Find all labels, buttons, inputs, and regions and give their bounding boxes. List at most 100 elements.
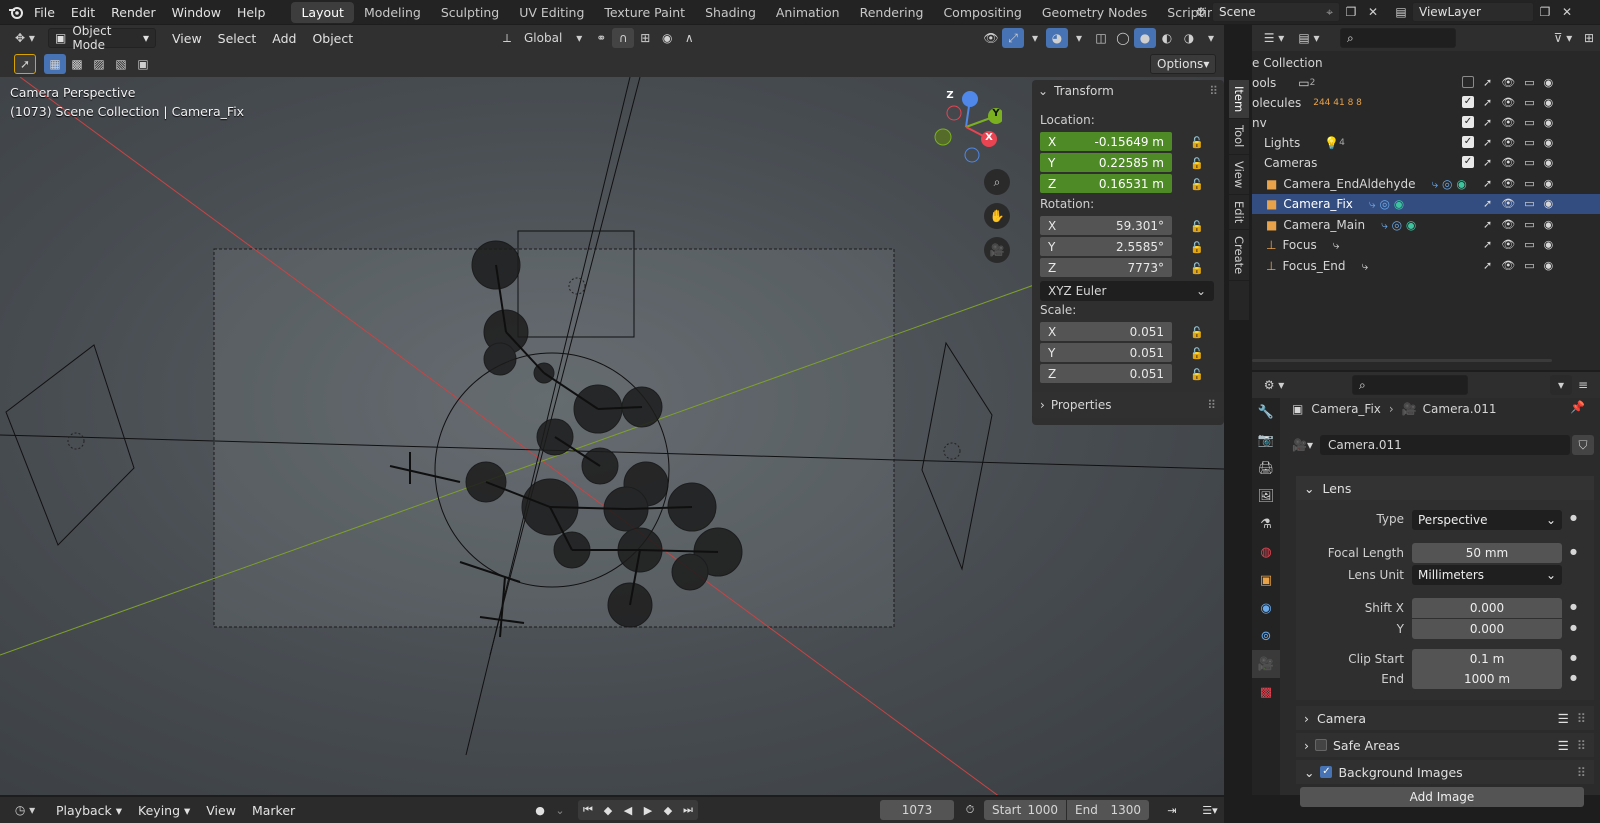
animate-dot-icon[interactable]: ● [1570,623,1577,632]
wireframe-shading-icon[interactable]: ◯ [1112,28,1134,48]
lock-icon[interactable]: 🔓 [1190,136,1206,150]
animate-dot-icon[interactable]: ● [1570,602,1577,611]
world-tab-icon[interactable]: ◍ [1252,538,1280,566]
delete-view-layer-icon[interactable]: ✕ [1556,2,1578,22]
scene-tab-icon[interactable]: ⚗ [1252,510,1280,538]
tab-item[interactable]: Item [1229,80,1249,120]
menu-view[interactable]: View [164,31,210,46]
restriction-toggles-molecules[interactable]: ✓ ➚ 👁 ▭ ◉ [1462,96,1553,109]
transform-header[interactable]: ⌄ Transform ⠿ [1038,84,1218,98]
tab-shading[interactable]: Shading [695,2,766,23]
drag-handle-icon[interactable]: ⠿ [1577,738,1586,753]
menu-help[interactable]: Help [229,5,274,20]
rotation-x-field[interactable]: X 59.301° [1040,216,1172,235]
lens-panel-header[interactable]: ⌄ Lens [1296,476,1594,500]
chevron-down-icon[interactable]: ▾ [1024,28,1046,48]
menu-playback[interactable]: Playback ▾ [48,803,130,818]
list-icon[interactable]: ☰ [1558,711,1569,726]
chevron-down-icon[interactable]: ▾ [1200,28,1222,48]
menu-marker[interactable]: Marker [244,803,303,818]
animate-dot-icon[interactable]: ● [1570,653,1577,662]
lock-icon[interactable]: 🔓 [1190,347,1206,361]
menu-window[interactable]: Window [164,5,229,20]
add-image-button[interactable]: Add Image [1300,787,1584,807]
rotation-mode-dropdown[interactable]: XYZ Euler ⌄ [1040,281,1214,301]
constraints-tab-icon[interactable]: ⊚ [1252,622,1280,650]
select-subtract-icon[interactable]: ▨ [88,54,110,74]
chevron-down-icon[interactable]: ⌄ [550,800,570,820]
falloff-icon[interactable]: ∧ [678,28,700,48]
menu-select[interactable]: Select [210,31,265,46]
safe-areas-checkbox[interactable] [1315,739,1327,751]
xray-icon[interactable]: ◫ [1090,28,1112,48]
tab-view[interactable]: View [1229,155,1249,195]
view-layer-selector[interactable]: ViewLayer [1412,2,1534,22]
zoom-icon[interactable]: ⌕ [984,169,1010,195]
drag-handle-icon[interactable]: ⠿ [1577,765,1586,780]
menu-add[interactable]: Add [264,31,304,46]
properties-search-input[interactable]: ⌕ [1352,375,1468,395]
timeline-menu-icon[interactable]: ☰▾ [1198,800,1222,820]
outliner-search-input[interactable]: ⌕ [1340,28,1456,48]
lock-icon[interactable]: 🔓 [1190,220,1206,234]
material-shading-icon[interactable]: ◐ [1156,28,1178,48]
select-extend-icon[interactable]: ▩ [66,54,88,74]
scale-y-field[interactable]: Y 0.051 [1040,343,1172,362]
select-intersect-icon[interactable]: ▣ [132,54,154,74]
pin-icon[interactable]: 📌 [1570,400,1585,414]
location-y-field[interactable]: Y 0.22585 m [1040,153,1172,172]
record-icon[interactable]: ● [530,800,550,820]
lock-icon[interactable]: 🔓 [1190,157,1206,171]
rendered-shading-icon[interactable]: ◑ [1178,28,1200,48]
proportional-edit-icon[interactable]: ◉ [656,28,678,48]
delete-scene-icon[interactable]: ✕ [1362,2,1384,22]
restriction-toggles-camera-main[interactable]: ➚ 👁 ▭ ◉ [1483,218,1553,231]
new-collection-icon[interactable]: ⊞ [1578,28,1600,48]
menu-edit[interactable]: Edit [63,5,103,20]
location-z-field[interactable]: Z 0.16531 m [1040,174,1172,193]
pin-icon[interactable]: ⌖ [1326,5,1333,20]
shift-x-field[interactable]: 0.000 [1412,598,1562,618]
tab-compositing[interactable]: Compositing [933,2,1031,23]
lens-unit-dropdown[interactable]: Millimeters ⌄ [1412,565,1562,585]
render-tab-icon[interactable]: 📷 [1252,426,1280,454]
filter-icon[interactable]: ⊽ ▾ [1548,28,1578,48]
play-reverse-icon[interactable]: ◀ [618,800,638,820]
menu-icon[interactable]: ≡ [1572,375,1594,395]
drag-handle-icon[interactable]: ⠿ [1209,84,1218,98]
options-button[interactable]: Options ▾ [1150,54,1216,74]
output-tab-icon[interactable]: 🖨 [1252,454,1280,482]
navigation-gizmo[interactable] [930,87,1002,167]
restriction-toggles-camera-fix[interactable]: ➚ 👁 ▭ ◉ [1483,197,1553,210]
animate-dot-icon[interactable]: ● [1570,673,1577,682]
properties-header[interactable]: › Properties ⠿ [1032,392,1224,418]
background-images-checkbox[interactable]: ✓ [1320,766,1333,778]
gizmo-toggle-icon[interactable]: ⤢ [1002,28,1024,48]
orientation-icon[interactable]: ⟂ [496,28,518,48]
frame-range-icon[interactable]: ⇥ [1162,800,1182,820]
physics-tab-icon[interactable]: ◉ [1252,594,1280,622]
tab-layout[interactable]: Layout [291,1,354,23]
tab-uv-editing[interactable]: UV Editing [509,2,594,23]
stopwatch-icon[interactable]: ⏱ [960,800,980,820]
tab-animation[interactable]: Animation [766,2,850,23]
timeline-editor-icon[interactable]: ◷ ▾ [8,800,42,820]
blender-logo-icon[interactable] [6,2,26,22]
mode-selector[interactable]: ▣ Object Mode ▾ [48,24,156,52]
chevron-down-icon[interactable]: ▾ [1550,375,1572,395]
overlay-toggle-icon[interactable]: ◕ [1046,28,1068,48]
menu-object[interactable]: Object [304,31,361,46]
scene-icon[interactable]: ⚙ [1190,2,1212,22]
orientation-selector[interactable]: Global [518,31,568,45]
visibility-icon[interactable]: 👁 [980,28,1002,48]
camera-panel-header[interactable]: › Camera ☰ ⠿ [1296,706,1594,730]
fake-user-shield-icon[interactable]: ⛉ [1572,435,1594,455]
camera-view-icon[interactable]: 🎥 [984,237,1010,263]
background-images-panel-header[interactable]: ⌄ ✓ Background Images ⠿ [1296,760,1594,784]
restriction-toggles-tools[interactable]: ➚ 👁 ▭ ◉ [1462,76,1553,89]
tab-edit[interactable]: Edit [1229,195,1249,231]
tab-rendering[interactable]: Rendering [850,2,934,23]
restriction-toggles-env[interactable]: ✓ ➚ 👁 ▭ ◉ [1462,116,1553,129]
clip-end-field[interactable]: 1000 m [1412,669,1562,689]
play-icon[interactable]: ▶ [638,800,658,820]
